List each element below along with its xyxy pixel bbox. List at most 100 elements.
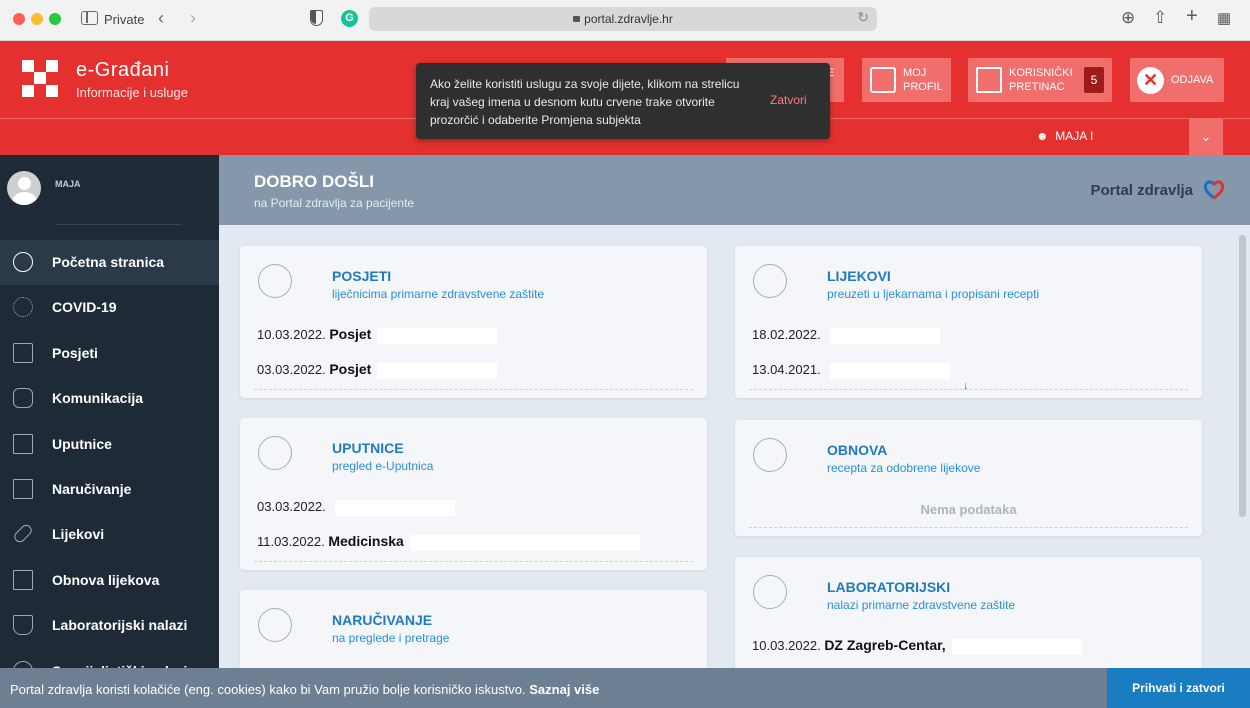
new-tab-icon[interactable]: + — [1186, 5, 1198, 28]
sidebar-item-laboratorijski[interactable]: Laboratorijski nalazi — [0, 603, 219, 648]
list-item[interactable]: 10.03.2022. DZ Zagreb-Centar, — [752, 637, 1082, 655]
forward-arrow-icon[interactable]: › — [190, 8, 196, 29]
card-title[interactable]: OBNOVA — [827, 442, 887, 458]
chat-icon — [13, 388, 33, 409]
welcome-subtitle: na Portal zdravlja za pacijente — [254, 196, 415, 210]
sidebar-item-lijekovi[interactable]: Lijekovi — [0, 512, 219, 557]
flask-icon — [13, 615, 33, 636]
list-item[interactable]: 11.03.2022. Medicinska — [257, 533, 640, 551]
sidebar-item-label: Obnova lijekova — [52, 571, 160, 588]
card-uputnice[interactable]: UPUTNICE pregled e-Uputnica 03.03.2022. … — [240, 418, 707, 570]
card-title[interactable]: LABORATORIJSKI — [827, 579, 950, 595]
sidebar-item-label: Uputnice — [52, 435, 112, 452]
sidebar-item-label: Laboratorijski nalazi — [52, 617, 188, 634]
sidebar-item-uputnice[interactable]: Uputnice — [0, 422, 219, 467]
inbox-count-badge: 5 — [1084, 67, 1104, 93]
medical-house-icon — [258, 264, 292, 298]
prescription-renew-icon — [753, 438, 787, 472]
welcome-title: DOBRO DOŠLI — [254, 172, 374, 191]
chevron-down-icon: ⌄ — [1200, 129, 1212, 144]
list-item[interactable]: 13.04.2021. — [752, 361, 951, 379]
url-text: portal.zdravlje.hr — [584, 12, 673, 26]
grammarly-extension-icon[interactable]: G — [341, 10, 358, 27]
share-icon[interactable]: ⇧ — [1153, 8, 1167, 28]
avatar[interactable] — [7, 171, 41, 205]
calendar-icon — [13, 478, 33, 499]
sidebar-toggle-icon[interactable] — [81, 11, 98, 25]
profile-head-icon — [870, 67, 896, 93]
user-menu[interactable]: ☻ MAJA I — [1036, 129, 1093, 143]
tooltip-close-link[interactable]: Zatvori — [770, 93, 807, 107]
redacted-block — [830, 327, 941, 344]
card-narucivanje[interactable]: NARUČIVANJE na preglede i pretrage — [240, 590, 707, 668]
logout-button[interactable]: ✕ ODJAVA — [1130, 58, 1224, 102]
welcome-banner: DOBRO DOŠLI na Portal zdravlja za pacije… — [219, 155, 1250, 225]
pill-icon — [12, 522, 34, 545]
card-lijekovi[interactable]: LIJEKOVI preuzeti u ljekarnama i propisa… — [735, 246, 1202, 398]
inbox-label: KORISNIČKI PRETINAC — [1009, 67, 1073, 93]
card-title[interactable]: UPUTNICE — [332, 440, 404, 456]
minimize-window-button[interactable] — [31, 13, 43, 25]
downloads-icon[interactable]: ⊕ — [1121, 8, 1135, 28]
close-window-button[interactable] — [13, 13, 25, 25]
tab-overview-icon[interactable]: ▦ — [1217, 9, 1231, 27]
cookie-accept-button[interactable]: Prihvati i zatvori — [1107, 668, 1250, 708]
content-scrollbar[interactable] — [1239, 235, 1246, 517]
redacted-block — [409, 534, 640, 551]
document-icon — [13, 433, 33, 454]
logout-label: ODJAVA — [1171, 74, 1214, 86]
inbox-tray-icon — [976, 67, 1002, 93]
reload-icon[interactable]: ↻ — [857, 9, 869, 26]
inbox-button[interactable]: KORISNIČKI PRETINAC 5 — [968, 58, 1112, 102]
arrow-down-icon[interactable]: ↓ — [963, 380, 969, 392]
address-bar[interactable]: portal.zdravlje.hr ↻ — [369, 7, 877, 31]
card-subtitle: nalazi primarne zdravstvene zaštite — [827, 598, 1016, 612]
calendar-medical-icon — [258, 608, 292, 642]
card-title[interactable]: POSJETI — [332, 268, 391, 284]
sidebar-item-posjeti[interactable]: Posjeti — [0, 331, 219, 376]
list-item[interactable]: 18.02.2022. — [752, 326, 941, 344]
lock-icon — [573, 16, 581, 22]
my-profile-label: MOJ PROFIL — [903, 67, 943, 93]
sidebar-item-label: Naručivanje — [52, 480, 132, 497]
e-gradani-logo[interactable] — [22, 60, 58, 98]
privacy-shield-icon[interactable] — [310, 10, 323, 26]
card-subtitle: preuzeti u ljekarnama i propisani recept… — [827, 287, 1040, 301]
app-name[interactable]: e-Građani — [76, 59, 169, 82]
document-icon — [258, 436, 292, 470]
zoom-window-button[interactable] — [49, 13, 61, 25]
user-dropdown-button[interactable]: ⌄ — [1189, 119, 1223, 155]
card-posjeti[interactable]: POSJETI liječnicima primarne zdravstvene… — [240, 246, 707, 398]
card-obnova[interactable]: OBNOVA recepta za odobrene lijekove Nema… — [735, 420, 1202, 536]
user-name: MAJA I — [1055, 129, 1094, 143]
cookie-more-link[interactable]: Saznaj više — [529, 682, 599, 697]
card-title[interactable]: LIJEKOVI — [827, 268, 891, 284]
pulse-icon — [13, 252, 33, 272]
back-arrow-icon[interactable]: ‹ — [158, 8, 164, 29]
sidebar-item-label: COVID-19 — [52, 299, 117, 316]
list-item[interactable]: 03.03.2022. Posjet — [257, 361, 498, 379]
card-subtitle: na preglede i pretrage — [332, 631, 450, 645]
sidebar-item-pocetna[interactable]: Početna stranica — [0, 240, 219, 286]
pill-icon — [753, 264, 787, 298]
list-item[interactable]: 03.03.2022. — [257, 498, 456, 516]
sidebar-item-label: Početna stranica — [52, 254, 165, 270]
redacted-block — [377, 362, 498, 379]
redacted-block — [830, 362, 951, 379]
card-title[interactable]: NARUČIVANJE — [332, 612, 432, 628]
sidebar: MAJA Početna stranica COVID-19 Posjeti K… — [0, 155, 219, 708]
sidebar-item-narucivanje[interactable]: Naručivanje — [0, 467, 219, 512]
redacted-block — [335, 499, 456, 516]
card-subtitle: pregled e-Uputnica — [332, 459, 434, 473]
sidebar-item-obnova[interactable]: Obnova lijekova — [0, 558, 219, 603]
sidebar-item-label: Lijekovi — [52, 526, 105, 543]
sidebar-item-komunikacija[interactable]: Komunikacija — [0, 376, 219, 421]
browser-toolbar: Private ‹ › G portal.zdravlje.hr ↻ ⊕ ⇧ +… — [0, 0, 1250, 41]
divider — [55, 224, 181, 225]
sidebar-item-covid[interactable]: COVID-19 — [0, 285, 219, 330]
card-laboratorijski[interactable]: LABORATORIJSKI nalazi primarne zdravstve… — [735, 557, 1202, 668]
cookie-banner: Portal zdravlja koristi kolačiće (eng. c… — [0, 668, 1250, 708]
list-item[interactable]: 10.03.2022. Posjet — [257, 326, 498, 344]
my-profile-button[interactable]: MOJ PROFIL — [862, 58, 951, 102]
user-icon: ☻ — [1036, 129, 1056, 143]
